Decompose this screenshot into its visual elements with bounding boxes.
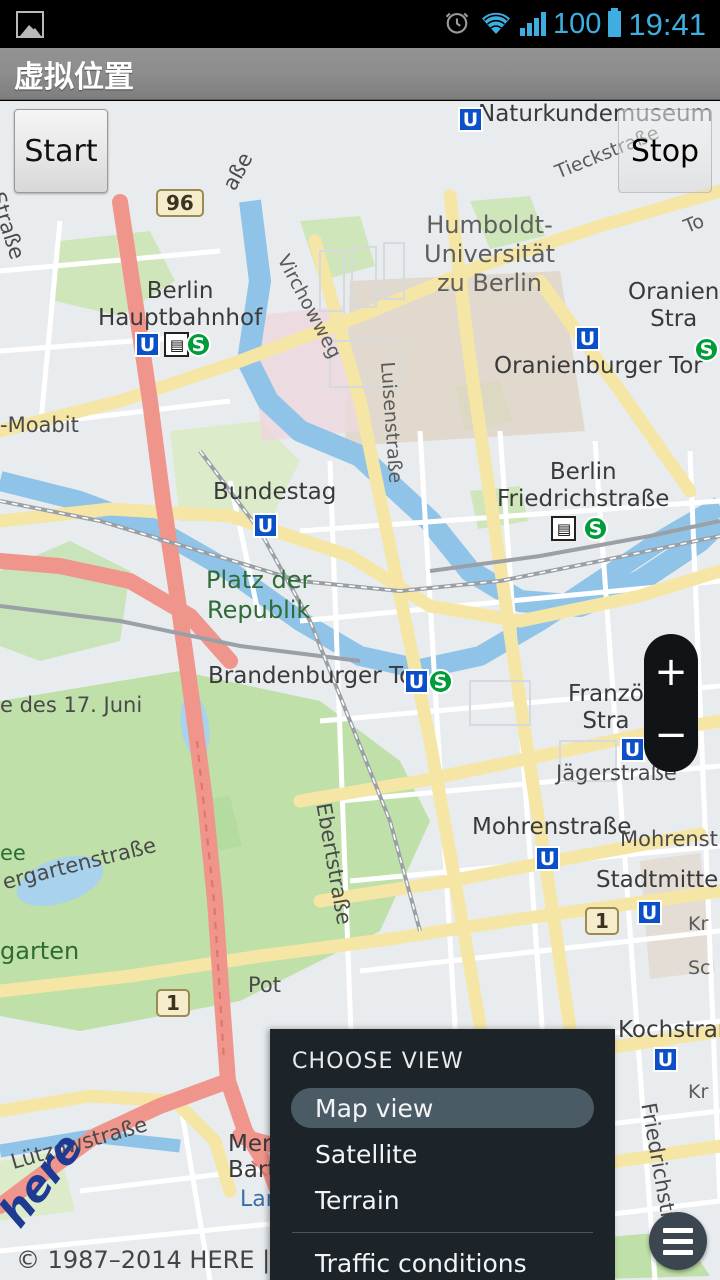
battery-icon [608,8,622,37]
map-label-potsdamer: Pot [248,973,281,997]
transit-badge-s: S [186,332,211,357]
map-label-see: ee [0,841,26,865]
battery-percent-label: 100 [553,7,602,40]
transit-badge-u: U [253,513,278,538]
panel-divider [292,1232,593,1233]
map-label-kr-2: Kr [688,1081,709,1103]
map-label-oranienburger-tor: Oranienburger Tor [494,353,703,379]
transit-badge-u: U [653,1047,678,1072]
map-label-platz-der-republik: Platz der Republik [206,566,312,624]
transit-badge-u: U [637,900,662,925]
map-label-humboldt-universitaet: Humboldt- Universität zu Berlin [424,211,555,297]
road-shield-1-left: 1 [156,989,190,1017]
map-label-strasse-des-17-juni: e des 17. Juni [0,693,143,717]
map-label-tiergarten: garten [0,937,80,965]
transit-badge-s: S [428,669,453,694]
zoom-control: + − [644,634,698,772]
status-bar-right: 100 19:41 [442,7,706,42]
status-bar: 100 19:41 [0,0,720,48]
view-mode-terrain[interactable]: Terrain [291,1180,594,1220]
stop-button[interactable]: Stop [618,109,712,193]
choose-view-heading: CHOOSE VIEW [292,1049,464,1074]
hamburger-menu-icon [663,1227,693,1255]
map-label-brandenburger-tor: Brandenburger Tor [208,663,423,689]
transit-badge-u: U [575,326,600,351]
map-canvas[interactable]: Straße Berlin Hauptbahnhof -Moabit Vircho… [0,101,720,1280]
overlay-traffic-conditions[interactable]: Traffic conditions [291,1243,594,1280]
gallery-notification-icon[interactable] [16,10,44,38]
transit-badge-u: U [620,737,645,762]
page-title: 虚拟位置 [14,59,134,95]
signal-bars-icon [520,12,547,36]
transit-badge-rail: ▤ [551,516,576,541]
transit-badge-u: U [135,332,160,357]
status-bar-left [16,10,44,38]
map-label-bundestag: Bundestag [213,479,337,505]
status-bar-clock: 19:41 [628,6,706,42]
map-menu-fab[interactable] [649,1212,707,1270]
map-label-berlin-friedrichstrasse: Berlin Friedrichstraße [497,459,670,512]
map-label-franzoesische-strasse: Franzö Stra [568,681,644,734]
copyright-text: © 1987–2014 HERE | [16,1246,278,1274]
transit-badge-u: U [404,669,429,694]
map-label-sc: Sc [688,957,711,979]
map-label-moabit: -Moabit [0,413,79,437]
map-label-mohrenstrasse: Mohrenstraße [472,814,632,840]
map-label-berlin-hauptbahnhof: Berlin Hauptbahnhof [98,278,263,331]
road-shield-1-right: 1 [585,907,619,935]
transit-badge-u: U [535,846,560,871]
map-label-kochstrasse: Kochstraß [618,1017,720,1043]
transit-badge-s: S [694,337,719,362]
map-label-stadtmitte: Stadtmitte [596,867,719,893]
map-label-mohrenst: Mohrenst [620,827,718,851]
zoom-in-icon[interactable]: + [649,650,693,694]
map-label-kr-1: Kr [688,913,709,935]
start-button[interactable]: Start [14,109,108,193]
transit-badge-u: U [458,107,483,132]
view-mode-satellite[interactable]: Satellite [291,1134,594,1174]
choose-view-panel: CHOOSE VIEW Map view Satellite Terrain T… [270,1029,615,1280]
map-label-oranienburger-strasse: Oranien Stra [628,279,720,332]
action-bar: 虚拟位置 [0,48,720,100]
transit-badge-s: S [583,516,608,541]
alarm-icon [442,7,472,42]
view-mode-map-view[interactable]: Map view [291,1088,594,1128]
zoom-out-icon[interactable]: − [649,713,693,757]
road-shield-96: 96 [156,189,204,217]
wifi-icon [479,8,513,41]
